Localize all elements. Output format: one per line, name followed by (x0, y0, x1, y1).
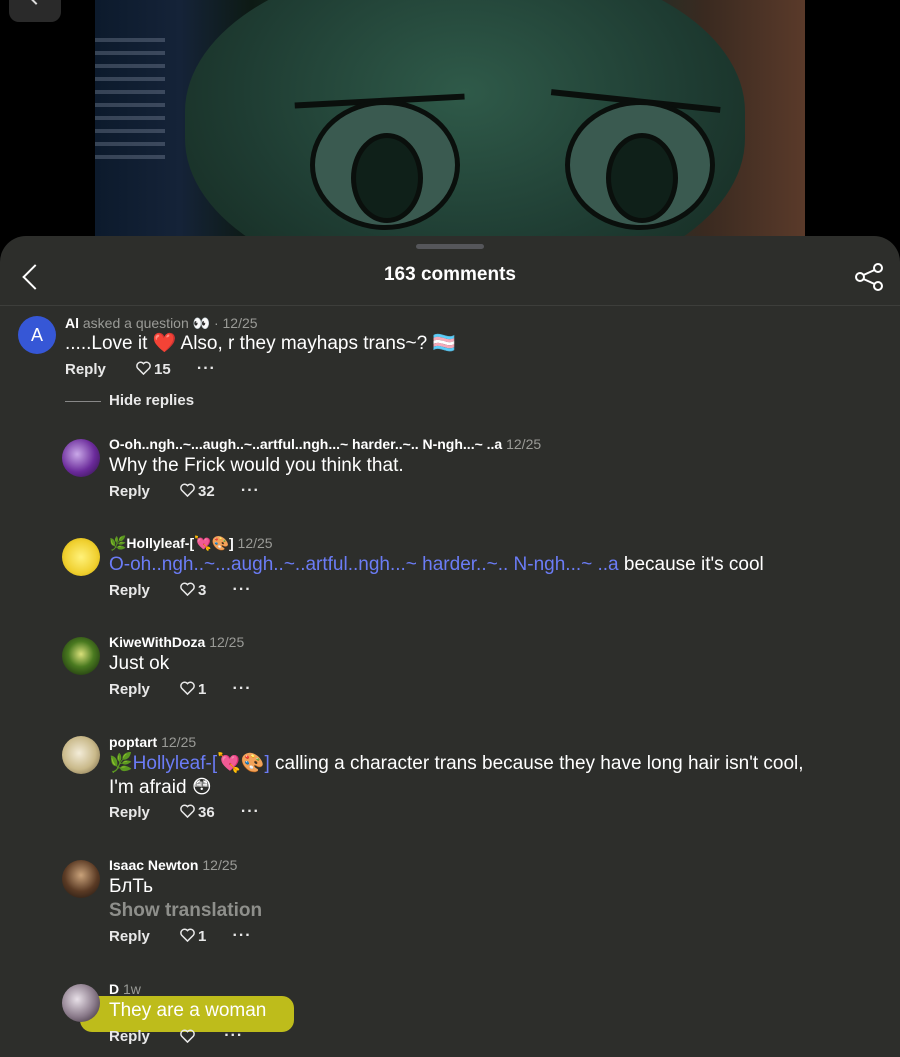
comment-author[interactable]: poptart (109, 734, 157, 750)
comment-author[interactable]: 🌿Hollyleaf-[💘🎨] (109, 535, 234, 551)
comment-text-line-2: I'm afraid 😳 (109, 777, 212, 798)
like-count: 1 (198, 927, 207, 945)
heart-icon (180, 483, 195, 498)
like-count: 15 (154, 360, 171, 378)
comment-text: 🌿Hollyleaf-[💘🎨] calling a character tran… (109, 753, 804, 774)
comment-date: · 12/25 (213, 315, 258, 331)
comments-header: 163 comments (0, 250, 900, 306)
comment-meta: Isaac Newton 12/25 (109, 857, 237, 873)
like-button[interactable]: 32 (180, 482, 215, 500)
comment-date: 12/25 (202, 857, 238, 873)
reply-button[interactable]: Reply (109, 804, 150, 821)
avatar[interactable] (62, 984, 100, 1022)
comment-author[interactable]: D (109, 981, 119, 997)
comment-text: O-oh..ngh..~...augh..~..artful..ngh...~ … (109, 554, 764, 575)
comments-count-title: 163 comments (383, 264, 516, 285)
comment-author[interactable]: Al (65, 315, 79, 331)
more-options-icon[interactable]: ··· (233, 581, 252, 599)
comment-actions: Reply ··· (109, 1027, 243, 1045)
comment-date: 12/25 (506, 436, 542, 452)
like-count: 36 (198, 803, 215, 821)
hide-replies-button[interactable]: Hide replies (65, 392, 194, 409)
avatar[interactable] (62, 736, 100, 774)
comments-sheet: 163 comments A Al asked a question 👀 · 1… (0, 236, 900, 1057)
like-button[interactable]: 36 (180, 803, 215, 821)
comment-actions: Reply 3 ··· (109, 581, 252, 599)
video-player[interactable] (0, 0, 900, 250)
comment-date: 12/25 (209, 634, 245, 650)
reply-button[interactable]: Reply (109, 483, 150, 500)
more-options-icon[interactable]: ··· (233, 680, 252, 698)
comment-actions: Reply 32 ··· (109, 482, 260, 500)
mention-link[interactable]: O-oh..ngh..~...augh..~..artful..ngh...~ … (109, 554, 619, 575)
comment-text: Just ok (109, 653, 170, 674)
heart-icon (136, 361, 151, 376)
avatar[interactable] (62, 637, 100, 675)
like-count: 32 (198, 482, 215, 500)
more-options-icon[interactable]: ··· (233, 927, 252, 945)
comment-date: 12/25 (237, 535, 273, 551)
mention-link[interactable]: 🌿Hollyleaf-[💘🎨] (109, 753, 270, 774)
heart-icon (180, 681, 195, 696)
reply-button[interactable]: Reply (65, 361, 106, 378)
reply-button[interactable]: Reply (109, 928, 150, 945)
comment-meta: Al asked a question 👀 · 12/25 (65, 315, 258, 332)
like-button[interactable]: 15 (136, 360, 171, 378)
heart-icon (180, 1029, 195, 1043)
comment-author[interactable]: KiweWithDoza (109, 634, 205, 650)
comment-actions: Reply 36 ··· (109, 803, 260, 821)
heart-icon (180, 928, 195, 943)
heart-icon (180, 582, 195, 597)
like-button[interactable] (180, 1028, 198, 1045)
comment-text: БлТь (109, 876, 154, 897)
more-options-icon[interactable]: ··· (241, 803, 260, 821)
like-button[interactable]: 1 (180, 680, 206, 698)
avatar[interactable]: A (18, 316, 56, 354)
avatar[interactable] (62, 860, 100, 898)
show-translation-button[interactable]: Show translation (109, 900, 262, 922)
more-options-icon[interactable]: ··· (241, 482, 260, 500)
comment-actions: Reply 1 ··· (109, 680, 252, 698)
comment-text: They are a woman (109, 1000, 267, 1021)
video-back-button[interactable] (9, 0, 61, 22)
more-options-icon[interactable]: ··· (224, 1027, 243, 1045)
question-label: asked a question 👀 (82, 315, 211, 331)
like-count: 3 (198, 581, 207, 599)
like-button[interactable]: 1 (180, 927, 206, 945)
like-button[interactable]: 3 (180, 581, 206, 599)
share-icon[interactable] (852, 260, 886, 294)
video-background-text (95, 38, 165, 168)
reply-button[interactable]: Reply (109, 681, 150, 698)
reply-button[interactable]: Reply (109, 1028, 150, 1045)
avatar[interactable] (62, 538, 100, 576)
comment-actions: Reply 15 ··· (65, 360, 216, 378)
video-frame (95, 0, 805, 250)
heart-icon (180, 804, 195, 819)
comment-author[interactable]: Isaac Newton (109, 857, 198, 873)
comment-text: Why the Frick would you think that. (109, 455, 404, 476)
like-count: 1 (198, 680, 207, 698)
comment-meta: 🌿Hollyleaf-[💘🎨] 12/25 (109, 535, 273, 552)
comment-meta: poptart 12/25 (109, 734, 196, 750)
comment-author[interactable]: O-oh..ngh..~...augh..~..artful..ngh...~ … (109, 436, 502, 452)
comment-date: 1w (123, 981, 141, 997)
comment-actions: Reply 1 ··· (109, 927, 252, 945)
more-options-icon[interactable]: ··· (197, 360, 216, 378)
character-left-eye (310, 100, 460, 230)
drag-handle[interactable] (416, 244, 484, 249)
comment-meta: KiweWithDoza 12/25 (109, 634, 244, 650)
comment-date: 12/25 (161, 734, 197, 750)
character-right-eye (565, 100, 715, 230)
comment-meta: D 1w (109, 981, 141, 997)
comment-meta: O-oh..ngh..~...augh..~..artful..ngh...~ … (109, 436, 541, 452)
comment-text: .....Love it ❤️ Also, r they mayhaps tra… (65, 333, 457, 354)
avatar[interactable] (62, 439, 100, 477)
reply-button[interactable]: Reply (109, 582, 150, 599)
